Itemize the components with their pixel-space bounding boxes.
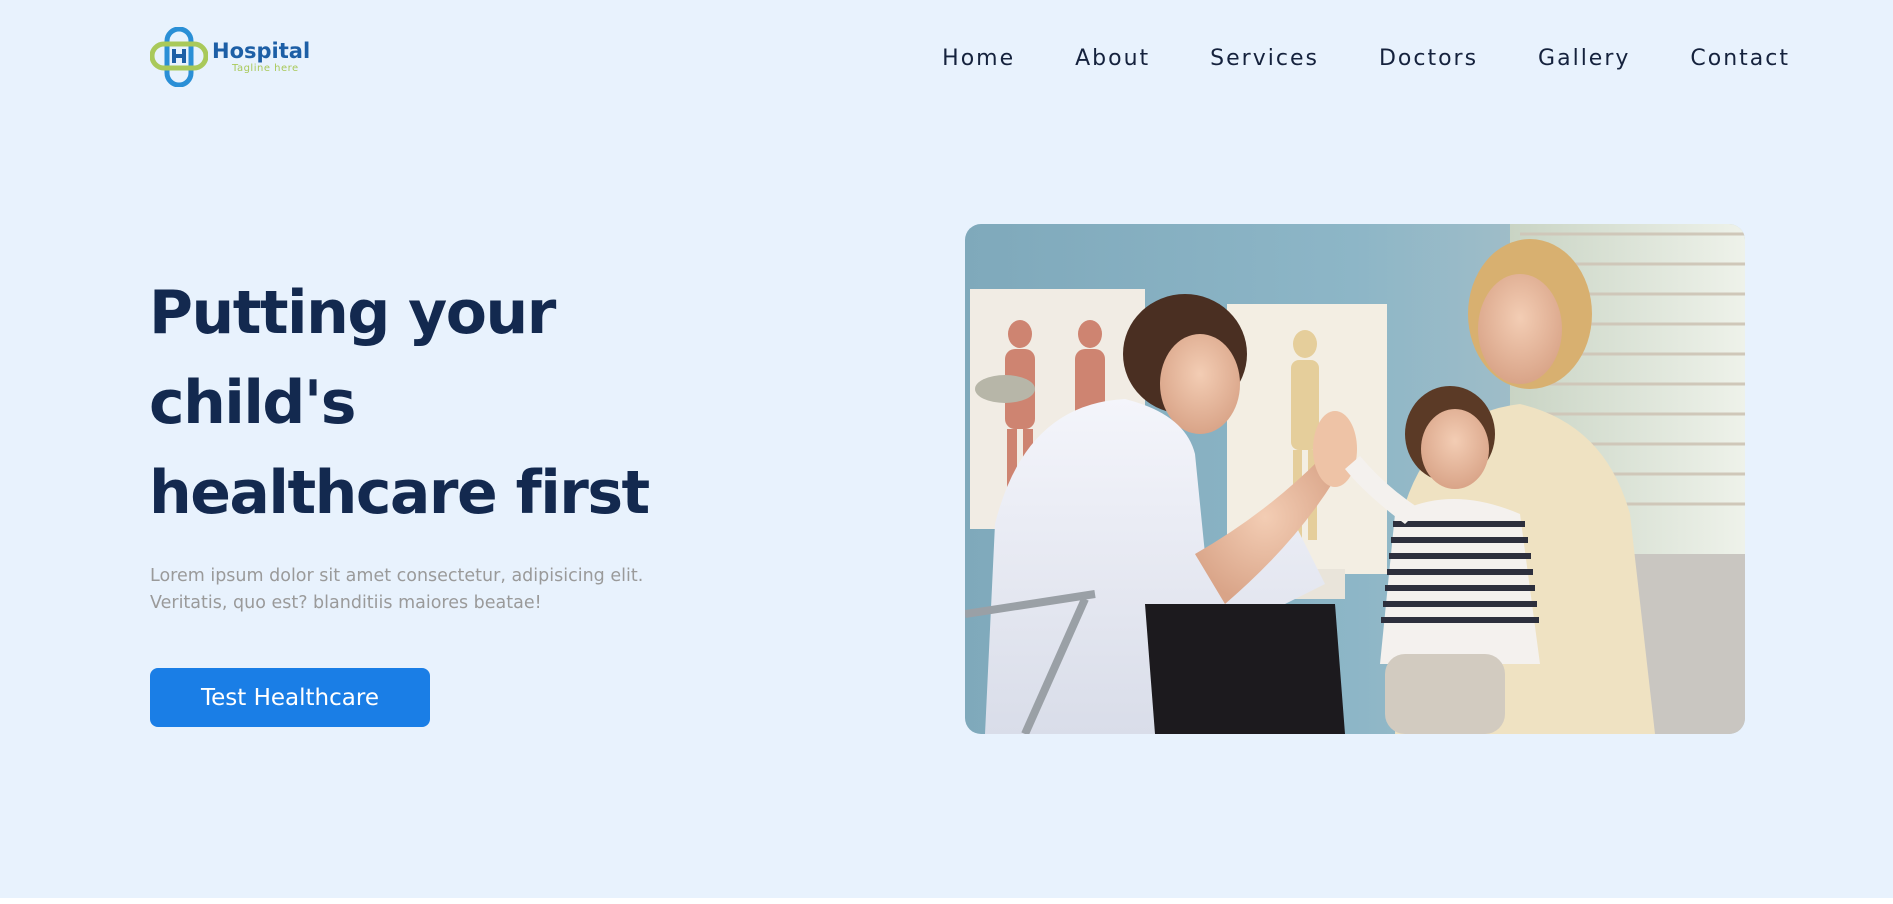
test-healthcare-button[interactable]: Test Healthcare (150, 668, 430, 727)
hero-subtitle-line-1: Lorem ipsum dolor sit amet consectetur, … (150, 566, 644, 586)
brand-tagline: Tagline here (232, 62, 299, 74)
hero-title-line-1: Putting your (149, 278, 556, 348)
nav-gallery[interactable]: Gallery (1538, 45, 1630, 73)
nav-services[interactable]: Services (1210, 45, 1319, 73)
hero-title: Putting your child's healthcare first (149, 268, 749, 538)
hero-subtitle-line-2: Veritatis, quo est? blanditiis maiores b… (150, 593, 542, 613)
nav-about[interactable]: About (1075, 45, 1150, 73)
medical-cross-logo-icon (149, 26, 209, 88)
hero-title-line-2: child's (149, 368, 356, 438)
nav-home[interactable]: Home (942, 45, 1015, 73)
hero-subtitle: Lorem ipsum dolor sit amet consectetur, … (150, 563, 710, 617)
hero-title-line-3: healthcare first (149, 458, 650, 528)
brand-logo[interactable]: Hospital Tagline here (149, 26, 311, 88)
main-nav: Home About Services Doctors Gallery Cont… (942, 45, 1790, 73)
nav-contact[interactable]: Contact (1690, 45, 1790, 73)
doctor-child-high-five-photo-icon (965, 224, 1745, 734)
brand-name: Hospital (212, 38, 311, 63)
nav-doctors[interactable]: Doctors (1379, 45, 1478, 73)
page-background: Hospital Tagline here Home About Service… (0, 0, 1893, 898)
page-bottom-strip (0, 898, 1893, 904)
